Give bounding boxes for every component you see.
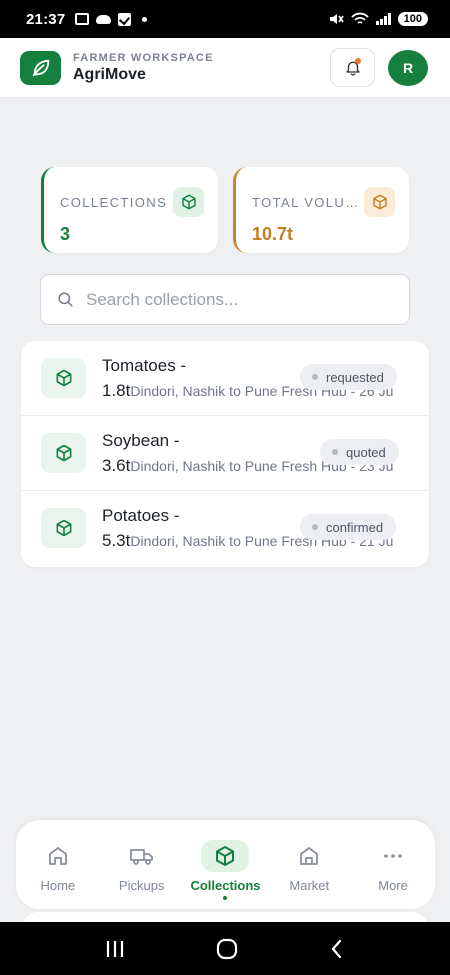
nav-label: More: [378, 878, 408, 893]
battery-icon: 100: [397, 12, 428, 26]
collections-list: Tomatoes - 1.8tDindori, Nashik to Pune F…: [21, 341, 429, 567]
notifications-button[interactable]: [330, 48, 375, 87]
status-time: 21:37: [26, 10, 66, 28]
brand: FARMER WORKSPACE AgriMove: [73, 52, 214, 84]
nav-label: Collections: [190, 878, 261, 893]
notification-dot-icon: [142, 16, 148, 22]
cloud-icon: [96, 14, 112, 24]
home-icon: [34, 840, 82, 872]
package-icon: [173, 187, 204, 217]
list-item[interactable]: Soybean - 3.6tDindori, Nashik to Pune Fr…: [21, 416, 429, 491]
notification-dot: [355, 58, 361, 64]
app-title: AgriMove: [73, 65, 146, 83]
stat-card-total-volume: TOTAL VOLUME 10.7t: [233, 167, 409, 253]
more-icon: [369, 840, 417, 872]
app-header: FARMER WORKSPACE AgriMove R: [0, 38, 450, 98]
nav-label: Pickups: [118, 878, 165, 893]
nav-label: Market: [289, 878, 330, 893]
signal-icon: [375, 13, 391, 25]
status-badge: requested: [300, 364, 397, 390]
active-indicator: [223, 896, 228, 900]
nav-item-more[interactable]: More: [351, 820, 435, 909]
status-badge: confirmed: [300, 514, 397, 540]
workspace-label: FARMER WORKSPACE: [73, 51, 214, 64]
package-icon: [41, 433, 86, 473]
stat-label: TOTAL VOLUME: [252, 194, 360, 210]
store-icon: [285, 840, 333, 872]
checkbox-icon: [118, 12, 132, 26]
nav-item-market[interactable]: Market: [267, 820, 351, 909]
collection-qty: 3.6t: [102, 456, 131, 475]
recents-button[interactable]: [104, 939, 126, 959]
collection-title: Tomatoes -: [102, 356, 187, 375]
stat-label: COLLECTIONS: [60, 194, 168, 210]
collection-qty: 1.8t: [102, 381, 131, 400]
collection-title: Soybean -: [102, 431, 180, 450]
list-item[interactable]: Tomatoes - 1.8tDindori, Nashik to Pune F…: [21, 341, 429, 416]
leaf-logo-icon: [20, 50, 61, 85]
status-bar: 21:37 100: [0, 0, 450, 38]
search-box[interactable]: [40, 274, 410, 325]
avatar[interactable]: R: [388, 49, 428, 86]
collection-qty: 5.3t: [102, 531, 131, 550]
search-icon: [58, 292, 73, 307]
stat-card-collections: COLLECTIONS 3: [41, 167, 218, 253]
list-item[interactable]: Potatoes - 5.3tDindori, Nashik to Pune F…: [21, 491, 429, 566]
package-icon: [364, 187, 395, 217]
truck-icon: [118, 840, 166, 872]
status-badge: quoted: [320, 439, 399, 465]
nav-label: Home: [40, 878, 76, 893]
screenshot-icon: [75, 13, 90, 25]
package-icon: [41, 508, 86, 548]
nav-item-pickups[interactable]: Pickups: [100, 820, 184, 909]
collection-title: Potatoes -: [102, 506, 180, 525]
bottom-nav: Home Pickups Collections Market More: [16, 820, 435, 909]
wifi-icon: [350, 12, 369, 24]
search-input[interactable]: [86, 289, 386, 310]
home-button[interactable]: [215, 938, 239, 960]
stat-value: 10.7t: [252, 224, 294, 244]
nav-item-home[interactable]: Home: [16, 820, 100, 909]
system-nav-bar: [0, 922, 450, 975]
nav-item-collections[interactable]: Collections: [184, 820, 268, 909]
mute-icon: [329, 14, 344, 24]
package-icon: [201, 840, 250, 872]
stat-value: 3: [60, 224, 71, 244]
package-icon: [41, 358, 86, 398]
back-button[interactable]: [328, 938, 346, 960]
